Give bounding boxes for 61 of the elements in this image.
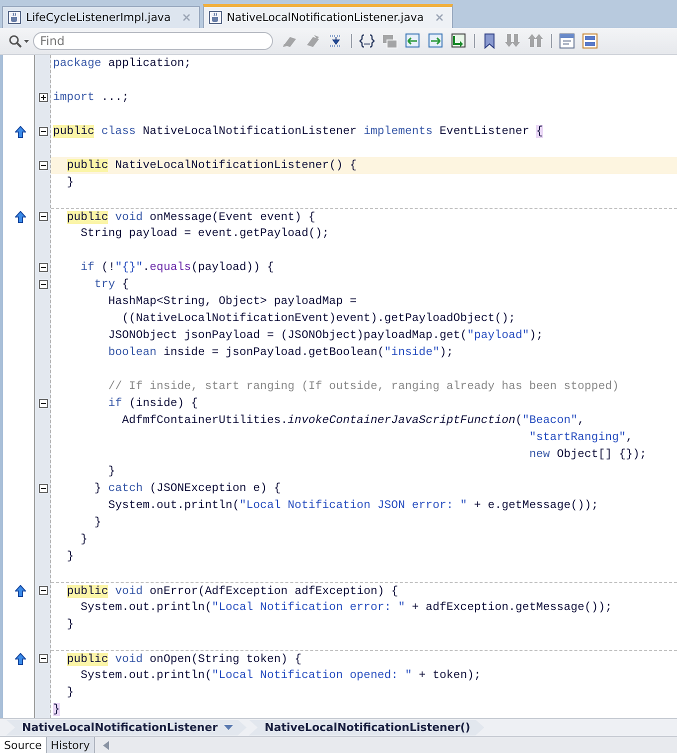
shift-right-icon[interactable] — [428, 33, 444, 49]
code-line: } — [66, 550, 74, 563]
java-file-icon — [208, 11, 222, 24]
code-line: // If inside, start ranging (If outside, ranging already has been stopped) — [107, 380, 619, 393]
code-line: public class NativeLocalNotificationListener implements EventListener { — [53, 125, 544, 138]
file-tab[interactable]: LifeCycleListenerImpl.java — [2, 6, 200, 28]
java-file-icon — [8, 11, 21, 24]
collapse-icon[interactable] — [39, 161, 48, 170]
code-line: System.out.println("Local Notification opened: " + token); — [80, 669, 481, 682]
code-line: System.out.println("Local Notification error: " + adfException.getMessage()); — [80, 601, 612, 614]
collapse-icon[interactable] — [39, 127, 48, 136]
code-line: public void onError(AdfException adfException) { — [66, 584, 398, 598]
breadcrumb[interactable]: NativeLocalNotificationListener() — [248, 720, 484, 736]
search-options-icon[interactable] — [8, 34, 30, 48]
code-line: JSONObject jsonPayload = (JSONObject)payloadMap.get("payload"); — [107, 329, 544, 342]
braces-icon[interactable] — [359, 33, 375, 49]
code-line: } — [80, 533, 88, 546]
collapse-icon[interactable] — [39, 399, 48, 408]
code-line: } — [66, 176, 74, 189]
code-line: System.out.println("Local Notification JSON error: " + e.getMessage()); — [107, 499, 598, 512]
code-line: public void onOpen(String token) { — [66, 652, 302, 666]
code-line: "startRanging", — [528, 431, 633, 444]
breadcrumb[interactable]: NativeLocalNotificationListener — [6, 720, 247, 736]
code-line: public NativeLocalNotificationListener() { — [66, 159, 357, 172]
collapse-icon[interactable] — [39, 654, 48, 663]
search-field[interactable]: Find — [33, 32, 273, 50]
override-arrow-icon[interactable] — [15, 210, 26, 222]
collapse-icon[interactable] — [39, 586, 48, 595]
code-line: } — [66, 618, 74, 631]
override-arrow-icon[interactable] — [15, 584, 26, 596]
code-line: new Object[] {}); — [528, 448, 647, 461]
shift-left-icon[interactable] — [405, 33, 421, 49]
split-view-icon[interactable] — [582, 33, 598, 49]
code-line: ((NativeLocalNotificationEvent)event).getPayloadObject(); — [121, 312, 516, 325]
file-tab[interactable]: NativeLocalNotificationListener.java — [202, 4, 453, 28]
code-line: try { — [93, 278, 129, 291]
view-tab[interactable]: History — [46, 737, 95, 753]
collapse-icon[interactable] — [39, 280, 48, 289]
override-arrow-icon[interactable] — [15, 126, 26, 138]
code-line: import ...; — [53, 91, 129, 104]
code-line: if (inside) { — [107, 397, 198, 410]
code-line: if (!"{}".equals(payload)) { — [80, 261, 274, 274]
code-line: String payload = event.getPayload(); — [80, 227, 330, 240]
code-line: } — [93, 516, 102, 529]
code-line: public void onMessage(Event event) { — [66, 210, 316, 224]
code-line: AdfmfContainerUtilities.invokeContainerJavaScriptFunction("Beacon", — [121, 414, 584, 427]
view-tab[interactable]: Source — [0, 737, 47, 753]
code-line: } — [107, 465, 116, 478]
code-line: HashMap<String, Object> payloadMap = — [107, 295, 357, 308]
code-line: } catch (JSONException e) { — [93, 482, 281, 495]
code-line: package application; — [53, 57, 192, 70]
override-arrow-icon[interactable] — [15, 652, 26, 664]
collapse-icon[interactable] — [39, 484, 48, 493]
scroll-left-icon[interactable] — [102, 740, 109, 750]
collapse-icon[interactable] — [39, 263, 48, 272]
panel-icon[interactable] — [559, 33, 575, 49]
code-line: } — [66, 686, 74, 699]
expand-icon[interactable] — [39, 93, 48, 102]
collapse-icon[interactable] — [39, 212, 48, 221]
code-line: boolean inside = jsonPayload.getBoolean("inside"); — [107, 346, 454, 359]
dropdown-icon[interactable] — [224, 725, 233, 730]
